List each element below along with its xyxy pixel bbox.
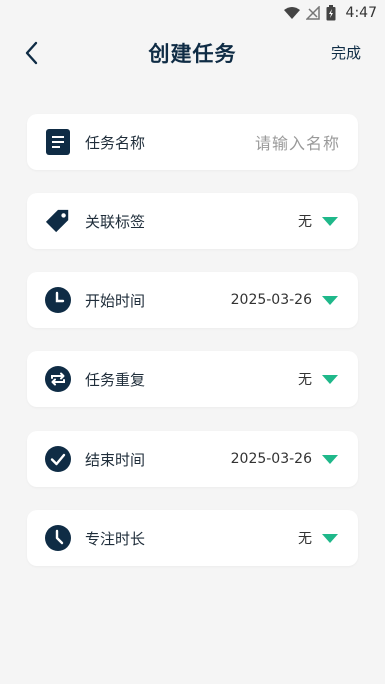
clock-icon bbox=[45, 287, 71, 313]
battery-icon bbox=[326, 5, 336, 21]
end-time-field[interactable]: 结束时间 2025-03-26 bbox=[27, 431, 358, 487]
dropdown-arrow-icon bbox=[322, 533, 338, 543]
repeat-field[interactable]: 任务重复 无 bbox=[27, 351, 358, 407]
repeat-icon bbox=[45, 366, 71, 392]
repeat-value: 无 bbox=[298, 372, 312, 388]
document-icon bbox=[45, 129, 71, 155]
end-time-label: 结束时间 bbox=[85, 450, 146, 469]
task-name-input[interactable]: 请输入名称 bbox=[255, 130, 340, 154]
tags-field[interactable]: 关联标签 无 bbox=[27, 193, 358, 249]
dropdown-arrow-icon bbox=[322, 454, 338, 464]
header: 创建任务 完成 bbox=[0, 28, 385, 76]
focus-duration-label: 专注时长 bbox=[85, 529, 146, 548]
tags-label: 关联标签 bbox=[85, 212, 146, 231]
status-bar: 4:47 bbox=[0, 0, 385, 26]
task-name-label: 任务名称 bbox=[85, 133, 146, 152]
status-time: 4:47 bbox=[345, 5, 377, 21]
done-button[interactable]: 完成 bbox=[331, 42, 361, 63]
signal-icon bbox=[305, 6, 320, 20]
tag-icon bbox=[45, 208, 71, 234]
task-name-field[interactable]: 任务名称 请输入名称 bbox=[27, 114, 358, 170]
dropdown-arrow-icon bbox=[322, 216, 338, 226]
check-circle-icon bbox=[45, 446, 71, 472]
status-icons: 4:47 bbox=[283, 5, 377, 21]
start-time-field[interactable]: 开始时间 2025-03-26 bbox=[27, 272, 358, 328]
wifi-icon bbox=[283, 6, 300, 19]
tags-value: 无 bbox=[298, 214, 312, 230]
dropdown-arrow-icon bbox=[322, 295, 338, 305]
focus-duration-value: 无 bbox=[298, 531, 312, 547]
end-time-value: 2025-03-26 bbox=[230, 451, 312, 467]
timer-icon bbox=[45, 525, 71, 551]
dropdown-arrow-icon bbox=[322, 374, 338, 384]
start-time-label: 开始时间 bbox=[85, 291, 146, 310]
repeat-label: 任务重复 bbox=[85, 370, 146, 389]
page-title: 创建任务 bbox=[148, 42, 237, 66]
focus-duration-field[interactable]: 专注时长 无 bbox=[27, 510, 358, 566]
start-time-value: 2025-03-26 bbox=[230, 292, 312, 308]
